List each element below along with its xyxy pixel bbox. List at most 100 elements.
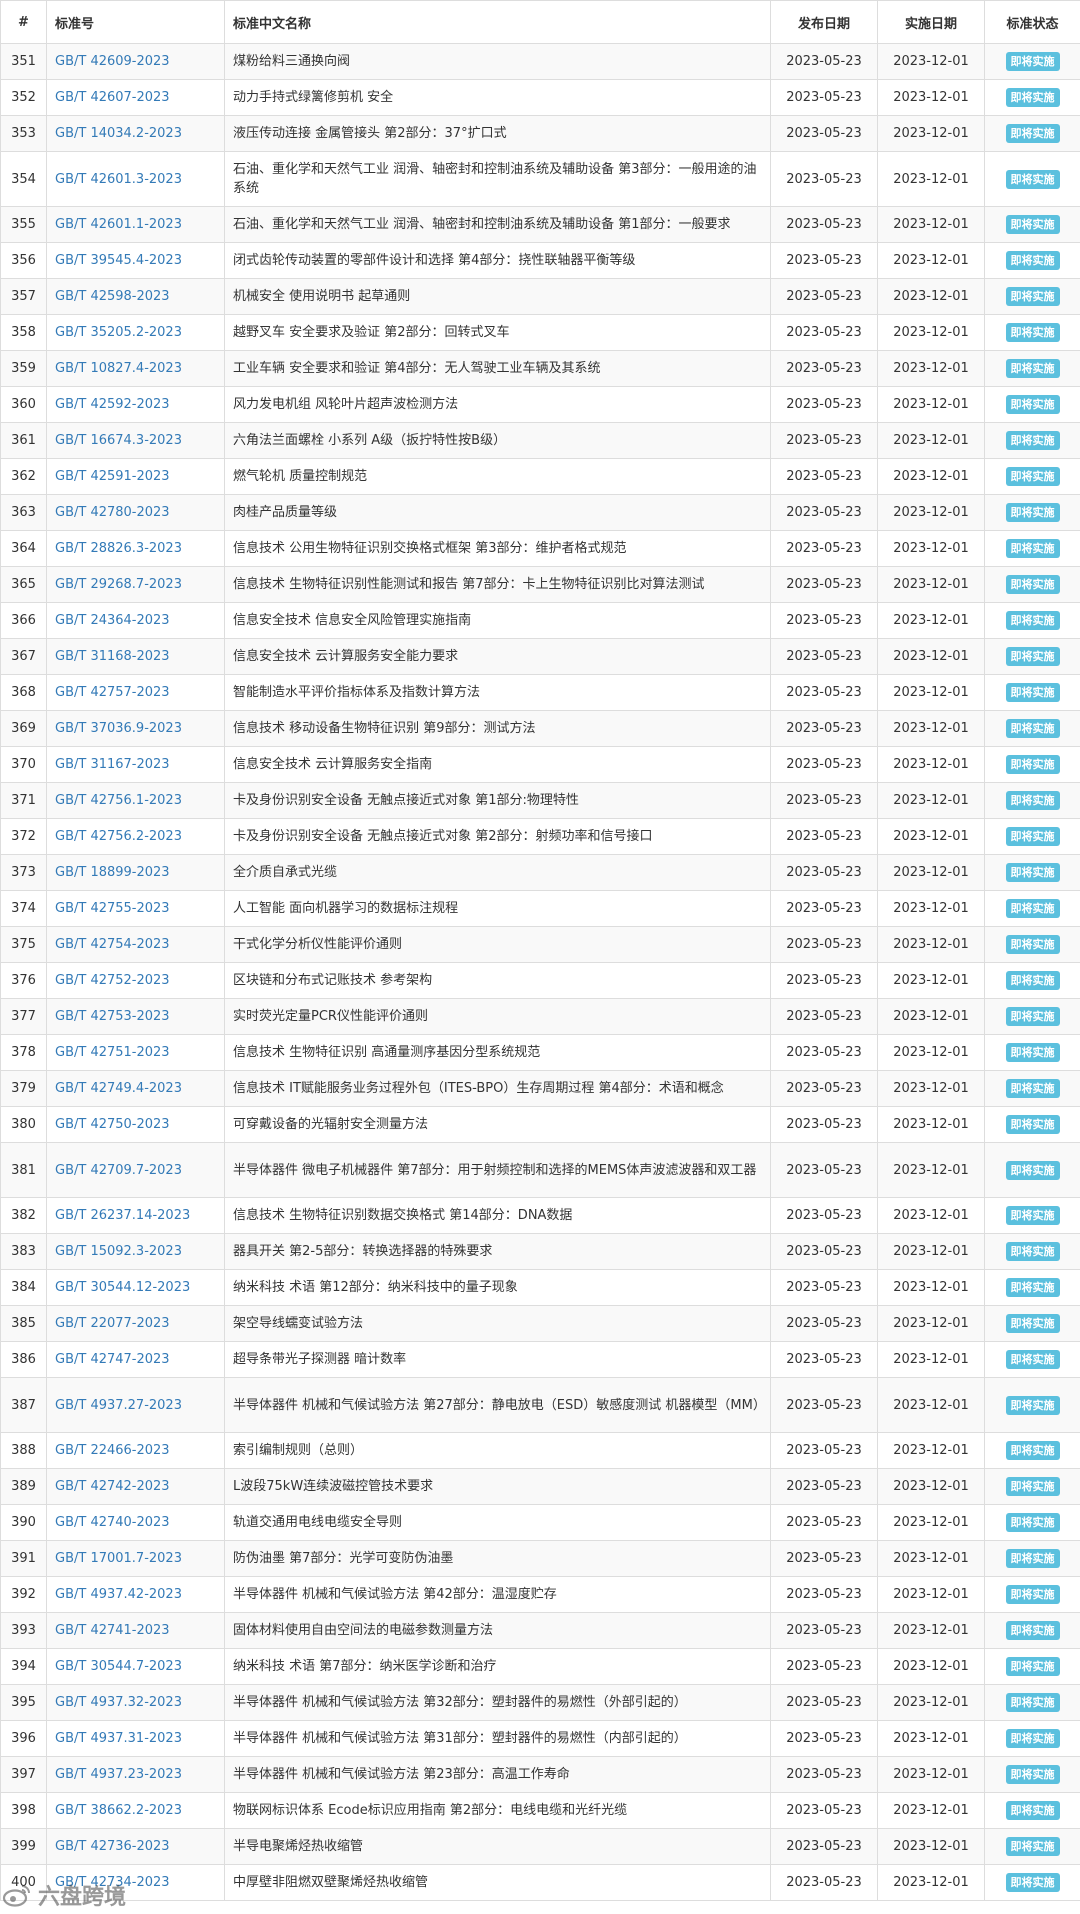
standard-code-link[interactable]: GB/T 16674.3-2023	[55, 433, 182, 448]
header-status[interactable]: 标准状态	[984, 0, 1080, 44]
table-row: 351 GB/T 42609-2023 煤粉给料三通换向阀 2023-05-23 202…	[0, 43, 1080, 80]
standard-code-cell: GB/T 42751-2023	[46, 1034, 225, 1071]
standard-code-link[interactable]: GB/T 4937.31-2023	[55, 1731, 182, 1746]
standard-code-cell: GB/T 4937.32-2023	[46, 1684, 225, 1721]
standard-code-link[interactable]: GB/T 4937.27-2023	[55, 1398, 182, 1413]
standard-code-link[interactable]: GB/T 31167-2023	[55, 757, 170, 772]
status-cell: 即将实施	[984, 350, 1080, 387]
standard-code-link[interactable]: GB/T 42747-2023	[55, 1352, 170, 1367]
implement-date: 2023-12-01	[877, 1305, 985, 1342]
standard-code-cell: GB/T 39545.4-2023	[46, 242, 225, 279]
table-row: 369 GB/T 37036.9-2023 信息技术 移动设备生物特征识别 第9部分…	[0, 710, 1080, 747]
standard-code-link[interactable]: GB/T 42601.3-2023	[55, 172, 182, 187]
standard-code-link[interactable]: GB/T 42592-2023	[55, 397, 170, 412]
standard-code-link[interactable]: GB/T 26237.14-2023	[55, 1208, 190, 1223]
standard-code-link[interactable]: GB/T 42756.1-2023	[55, 793, 182, 808]
standard-name: 肉桂产品质量等级	[224, 494, 771, 531]
status-badge: 即将实施	[1005, 1043, 1060, 1062]
status-cell: 即将实施	[984, 998, 1080, 1035]
standard-code-link[interactable]: GB/T 30544.12-2023	[55, 1280, 190, 1295]
standard-code-link[interactable]: GB/T 4937.32-2023	[55, 1695, 182, 1710]
standard-code-link[interactable]: GB/T 28826.3-2023	[55, 541, 182, 556]
standard-code-link[interactable]: GB/T 42754-2023	[55, 937, 170, 952]
header-name[interactable]: 标准中文名称	[224, 0, 771, 44]
publish-date: 2023-05-23	[770, 926, 878, 963]
standard-code-link[interactable]: GB/T 35205.2-2023	[55, 325, 182, 340]
status-badge: 即将实施	[1005, 251, 1060, 270]
standard-code-link[interactable]: GB/T 42607-2023	[55, 90, 170, 105]
table-row: 387 GB/T 4937.27-2023 半导体器件 机械和气候试验方法 第27部…	[0, 1377, 1080, 1433]
standard-code-cell: GB/T 42591-2023	[46, 458, 225, 495]
status-badge: 即将实施	[1005, 899, 1060, 918]
publish-date: 2023-05-23	[770, 1468, 878, 1505]
status-badge: 即将实施	[1005, 431, 1060, 450]
header-publish-date[interactable]: 发布日期	[770, 0, 878, 44]
standard-name: 中厚壁非阻燃双壁聚烯烃热收缩管	[224, 1864, 771, 1901]
status-badge: 即将实施	[1005, 1314, 1060, 1333]
standard-code-link[interactable]: GB/T 38662.2-2023	[55, 1803, 182, 1818]
table-row: 375 GB/T 42754-2023 干式化学分析仪性能评价通则 2023-05-2…	[0, 926, 1080, 963]
standard-code-link[interactable]: GB/T 42609-2023	[55, 54, 170, 69]
standard-name: 可穿戴设备的光辐射安全测量方法	[224, 1106, 771, 1143]
standard-code-link[interactable]: GB/T 42756.2-2023	[55, 829, 182, 844]
publish-date: 2023-05-23	[770, 710, 878, 747]
standard-name: 信息技术 生物特征识别性能测试和报告 第7部分：卡上生物特征识别比对算法测试	[224, 566, 771, 603]
implement-date: 2023-12-01	[877, 1377, 985, 1433]
standard-code-link[interactable]: GB/T 15092.3-2023	[55, 1244, 182, 1259]
table-row: 352 GB/T 42607-2023 动力手持式绿篱修剪机 安全 2023-05-2…	[0, 79, 1080, 116]
status-badge: 即将实施	[1005, 1242, 1060, 1261]
publish-date: 2023-05-23	[770, 79, 878, 116]
standard-code-link[interactable]: GB/T 42749.4-2023	[55, 1081, 182, 1096]
standard-code-link[interactable]: GB/T 39545.4-2023	[55, 253, 182, 268]
standard-code-cell: GB/T 42609-2023	[46, 43, 225, 80]
standard-code-link[interactable]: GB/T 42752-2023	[55, 973, 170, 988]
header-implement-date[interactable]: 实施日期	[877, 0, 985, 44]
implement-date: 2023-12-01	[877, 1070, 985, 1107]
standard-code-link[interactable]: GB/T 42741-2023	[55, 1623, 170, 1638]
row-index: 379	[0, 1070, 47, 1107]
standard-code-link[interactable]: GB/T 4937.23-2023	[55, 1767, 182, 1782]
standard-code-link[interactable]: GB/T 42598-2023	[55, 289, 170, 304]
standard-code-link[interactable]: GB/T 31168-2023	[55, 649, 170, 664]
standard-code-link[interactable]: GB/T 24364-2023	[55, 613, 170, 628]
status-badge: 即将实施	[1005, 1477, 1060, 1496]
publish-date: 2023-05-23	[770, 674, 878, 711]
publish-date: 2023-05-23	[770, 1269, 878, 1306]
standard-code-link[interactable]: GB/T 29268.7-2023	[55, 577, 182, 592]
standard-code-link[interactable]: GB/T 42751-2023	[55, 1045, 170, 1060]
standard-code-link[interactable]: GB/T 17001.7-2023	[55, 1551, 182, 1566]
standard-code-link[interactable]: GB/T 10827.4-2023	[55, 361, 182, 376]
standard-code-link[interactable]: GB/T 42750-2023	[55, 1117, 170, 1132]
standard-code-link[interactable]: GB/T 42601.1-2023	[55, 217, 182, 232]
status-cell: 即将实施	[984, 1504, 1080, 1541]
standard-code-link[interactable]: GB/T 37036.9-2023	[55, 721, 182, 736]
status-badge: 即将实施	[1005, 611, 1060, 630]
standard-code-link[interactable]: GB/T 42740-2023	[55, 1515, 170, 1530]
standard-code-link[interactable]: GB/T 42734-2023	[55, 1875, 170, 1890]
standard-code-link[interactable]: GB/T 4937.42-2023	[55, 1587, 182, 1602]
standard-code-cell: GB/T 42601.1-2023	[46, 206, 225, 243]
standard-code-link[interactable]: GB/T 14034.2-2023	[55, 126, 182, 141]
standard-code-link[interactable]: GB/T 22466-2023	[55, 1443, 170, 1458]
standard-code-link[interactable]: GB/T 42591-2023	[55, 469, 170, 484]
standard-code-link[interactable]: GB/T 42755-2023	[55, 901, 170, 916]
standard-name: 半导体器件 微电子机械器件 第7部分：用于射频控制和选择的MEMS体声波滤波器和…	[224, 1142, 771, 1198]
standard-code-link[interactable]: GB/T 42757-2023	[55, 685, 170, 700]
standard-code-link[interactable]: GB/T 18899-2023	[55, 865, 170, 880]
standard-code-link[interactable]: GB/T 42753-2023	[55, 1009, 170, 1024]
standard-code-cell: GB/T 42734-2023	[46, 1864, 225, 1901]
standard-code-link[interactable]: GB/T 42742-2023	[55, 1479, 170, 1494]
implement-date: 2023-12-01	[877, 998, 985, 1035]
header-code[interactable]: 标准号	[46, 0, 225, 44]
status-cell: 即将实施	[984, 494, 1080, 531]
standard-code-cell: GB/T 42740-2023	[46, 1504, 225, 1541]
standard-code-link[interactable]: GB/T 42736-2023	[55, 1839, 170, 1854]
standard-code-link[interactable]: GB/T 42709.7-2023	[55, 1163, 182, 1178]
status-badge: 即将实施	[1005, 863, 1060, 882]
standard-code-link[interactable]: GB/T 22077-2023	[55, 1316, 170, 1331]
table-row: 358 GB/T 35205.2-2023 越野叉车 安全要求及验证 第2部分：回转…	[0, 314, 1080, 351]
standard-code-link[interactable]: GB/T 30544.7-2023	[55, 1659, 182, 1674]
status-badge: 即将实施	[1005, 827, 1060, 846]
standard-code-cell: GB/T 10827.4-2023	[46, 350, 225, 387]
standard-code-link[interactable]: GB/T 42780-2023	[55, 505, 170, 520]
